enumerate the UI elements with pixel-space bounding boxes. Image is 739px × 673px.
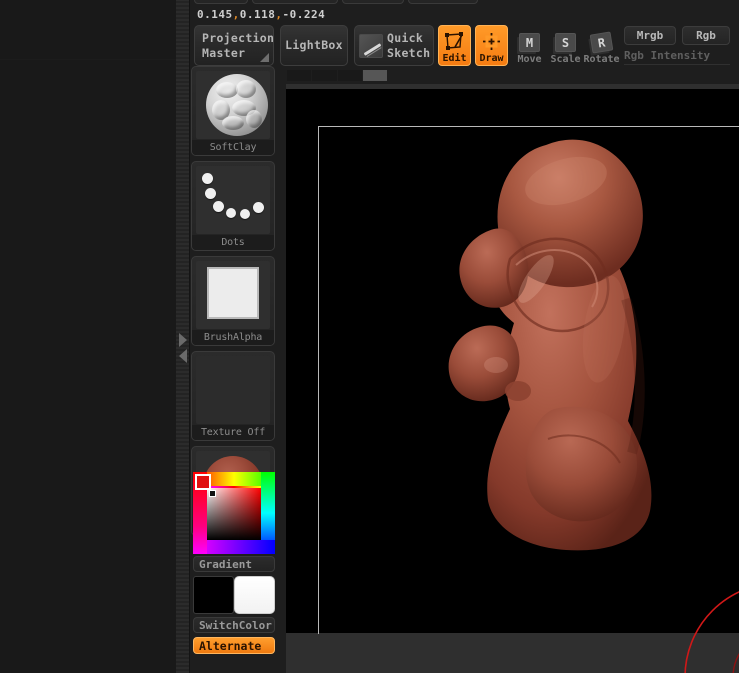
crosshair-icon	[481, 31, 502, 52]
left-region-seam	[0, 59, 176, 60]
stroke-thumbnail	[196, 166, 270, 234]
stroke-dot-icon	[213, 201, 224, 212]
current-color-swatch[interactable]	[195, 474, 211, 490]
quick-sketch-button[interactable]: Quick Sketch	[354, 25, 434, 66]
tray-toggle-arrows[interactable]	[177, 325, 189, 371]
rgb-label: Rgb	[696, 29, 716, 42]
scale-mode-button[interactable]: S Scale	[548, 25, 583, 66]
gradient-label: Gradient	[199, 557, 252, 571]
chevron-left-icon[interactable]	[179, 349, 187, 363]
alpha-thumbnail	[196, 261, 270, 329]
menu-item-stroke[interactable]	[342, 0, 404, 4]
projection-master-label-1: Projection	[202, 31, 275, 46]
brush-thumbnail	[196, 71, 270, 139]
mrgb-button[interactable]: Mrgb	[624, 26, 676, 45]
coord-y: 0.118	[239, 8, 276, 21]
left-empty-region	[0, 0, 176, 673]
top-toolbar: Projection Master LightBox Quick Sketch	[190, 25, 739, 67]
rotate-icon: R	[589, 31, 614, 54]
brush-cursor-rings	[684, 591, 739, 673]
move-label: Move	[517, 54, 542, 65]
switch-color-button[interactable]: SwitchColor	[193, 617, 275, 633]
stroke-dot-icon	[205, 188, 216, 199]
secondary-color-swatch[interactable]	[234, 576, 275, 614]
segment-item[interactable]	[312, 70, 337, 81]
lightbox-button[interactable]: LightBox	[280, 25, 348, 66]
stroke-dot-icon	[226, 208, 236, 218]
coord-z: -0.224	[282, 8, 326, 21]
stroke-dot-icon	[240, 209, 250, 219]
quick-sketch-label-1: Quick	[387, 31, 424, 46]
alpha-label: BrushAlpha	[192, 330, 274, 345]
canvas-viewport[interactable]	[286, 89, 739, 673]
color-cursor-marker[interactable]	[209, 490, 216, 497]
move-icon: M	[519, 33, 540, 52]
alpha-slot[interactable]: BrushAlpha	[191, 256, 275, 346]
pencil-icon	[359, 33, 383, 58]
texture-label: Texture Off	[192, 425, 274, 440]
coord-x: 0.145	[197, 8, 233, 21]
brush-label: SoftClay	[192, 140, 274, 155]
segment-item[interactable]	[337, 70, 362, 81]
rgb-intensity-label: Rgb Intensity	[624, 49, 711, 62]
mrgb-label: Mrgb	[636, 29, 664, 42]
edit-label: Edit	[442, 53, 467, 64]
lightbox-label: LightBox	[285, 38, 343, 53]
brush-slot[interactable]: SoftClay	[191, 66, 275, 156]
rotate-label: Rotate	[583, 54, 620, 65]
quick-sketch-label-2: Sketch	[387, 45, 431, 60]
stroke-label: Dots	[192, 235, 274, 250]
stroke-slot[interactable]: Dots	[191, 161, 275, 251]
draw-label: Draw	[479, 53, 504, 64]
move-mode-button[interactable]: M Move	[512, 25, 547, 66]
tool-segment-bar[interactable]	[287, 70, 387, 81]
left-tool-tray: SoftClay Dots BrushAlpha Texture Off	[191, 66, 277, 541]
edit-mode-button[interactable]: Edit	[438, 25, 471, 66]
menu-item-zscript[interactable]	[408, 0, 478, 4]
transform-gizmo-icon	[444, 31, 465, 52]
rgb-intensity-slider[interactable]: Rgb Intensity	[624, 47, 730, 65]
menu-item-transform[interactable]	[252, 0, 338, 4]
color-picker[interactable]	[193, 472, 275, 554]
popup-corner-icon[interactable]	[260, 53, 269, 62]
coordinate-readout: 0.145,0.118,-0.224	[197, 8, 325, 21]
draw-mode-button[interactable]: Draw	[475, 25, 508, 66]
chevron-right-icon[interactable]	[179, 333, 187, 347]
white-square-icon	[207, 267, 259, 319]
coord-separator-1: ,	[232, 8, 240, 21]
canvas-area[interactable]	[286, 84, 739, 673]
alternate-label: Alternate	[199, 638, 262, 653]
texture-thumbnail	[196, 356, 270, 424]
coord-separator-2: ,	[275, 8, 283, 21]
rgb-button[interactable]: Rgb	[682, 26, 730, 45]
projection-master-button[interactable]: Projection Master	[194, 25, 274, 66]
zbrush-window: 0.145,0.118,-0.224 Projection Master Lig…	[0, 0, 739, 673]
sculpt-model[interactable]	[436, 109, 696, 569]
softclay-sphere-icon	[206, 74, 268, 136]
menu-item-tool[interactable]	[194, 0, 248, 4]
primary-color-swatch[interactable]	[193, 576, 234, 614]
texture-slot[interactable]: Texture Off	[191, 351, 275, 441]
rotate-mode-button[interactable]: R Rotate	[583, 25, 620, 66]
segment-item[interactable]	[287, 70, 312, 81]
scale-label: Scale	[550, 54, 581, 65]
gradient-button[interactable]: Gradient	[193, 556, 275, 572]
stroke-dot-icon	[202, 173, 213, 184]
stroke-dot-icon	[253, 202, 264, 213]
alternate-button[interactable]: Alternate	[193, 637, 275, 654]
scale-icon: S	[555, 33, 576, 52]
switch-color-label: SwitchColor	[199, 618, 272, 632]
menu-bar	[190, 0, 739, 6]
segment-item-active[interactable]	[362, 70, 387, 81]
